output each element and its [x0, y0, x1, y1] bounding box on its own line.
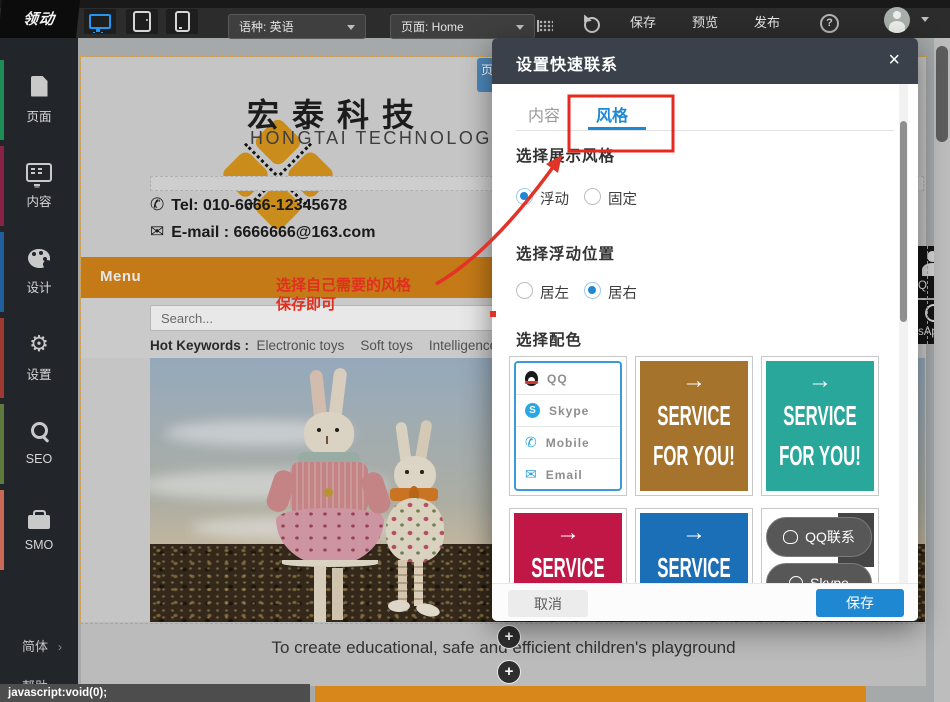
menu-label[interactable]: Menu — [100, 268, 141, 285]
sidebar-item-pages[interactable]: 页面 — [0, 58, 78, 142]
desktop-icon — [89, 14, 111, 29]
chevron-down-icon — [516, 25, 524, 30]
tablet-icon — [133, 11, 151, 32]
status-bar: javascript:void(0); — [0, 684, 310, 702]
editor-toolbar: 领动 语种: 英语 页面: Home 保存 预览 发布 ? — [0, 0, 950, 38]
page-select[interactable]: 页面: Home — [390, 14, 535, 39]
skype-icon: S — [525, 403, 540, 418]
site-tel: Tel: 010-6666-12345678 — [171, 197, 347, 214]
modal-header: 设置快速联系 × — [492, 38, 918, 84]
radio-right[interactable] — [584, 282, 601, 299]
color-scheme-heading: 选择配色 — [516, 328, 582, 350]
site-email: E-mail : 6666666@163.com — [171, 224, 375, 241]
site-tel-line: ✆ Tel: 010-6666-12345678 — [150, 195, 347, 215]
modal-title: 设置快速联系 — [516, 51, 618, 75]
sidebar-item-seo[interactable]: SEO — [0, 402, 78, 486]
add-section-button[interactable]: + — [497, 660, 521, 684]
editor-sidebar: 页面 内容 设计 ⚙ 设置 SEO SMO 简体› — [0, 38, 78, 684]
float-position-heading: 选择浮动位置 — [516, 242, 615, 264]
help-icon[interactable]: ? — [820, 14, 839, 33]
language-select[interactable]: 语种: 英语 — [228, 14, 366, 39]
arrow-right-icon: → — [640, 519, 748, 547]
phone-icon: ✆ — [525, 434, 537, 451]
sidebar-item-smo[interactable]: SMO — [0, 488, 78, 572]
chevron-right-icon: › — [58, 640, 62, 654]
close-icon[interactable]: × — [888, 48, 900, 72]
phone-icon: ✆ — [150, 195, 164, 214]
hot-keywords: Hot Keywords : Electronic toysSoft toysI… — [150, 338, 542, 353]
tab-divider — [516, 130, 894, 131]
radio-fixed[interactable] — [584, 188, 601, 205]
site-bottom-bar — [315, 686, 866, 702]
page-scrollbar-thumb[interactable] — [936, 46, 948, 142]
radio-left[interactable] — [516, 282, 533, 299]
sidebar-language-switch[interactable]: 简体› — [22, 636, 62, 655]
hot-keywords-label: Hot Keywords : — [150, 338, 249, 353]
device-mobile-button[interactable] — [166, 9, 198, 34]
preview-button[interactable]: 预览 — [692, 12, 718, 31]
sidebar-item-design[interactable]: 设计 — [0, 230, 78, 314]
radio-float[interactable] — [516, 188, 533, 205]
sidebar-partial-item[interactable]: 帮助 — [22, 676, 48, 684]
history-icon[interactable] — [584, 17, 600, 33]
app-logo[interactable]: 领动 — [0, 0, 80, 38]
add-section-button[interactable]: + — [497, 625, 521, 649]
quick-contact-modal: 设置快速联系 × 内容 风格 选择展示风格 浮动 固定 选择浮动位置 居左 居右… — [492, 38, 918, 621]
hot-keyword[interactable]: Soft toys — [360, 338, 413, 353]
modal-scrollbar[interactable] — [899, 84, 908, 583]
sidebar-item-content[interactable]: 内容 — [0, 144, 78, 228]
hot-keyword[interactable]: Electronic toys — [257, 338, 345, 353]
modal-footer: 取消 保存 — [492, 583, 918, 621]
site-email-line: ✉ E-mail : 6666666@163.com — [150, 222, 375, 242]
mobile-icon — [175, 11, 190, 32]
chevron-down-icon — [347, 25, 355, 30]
publish-button[interactable]: 发布 — [754, 12, 780, 31]
grid-view-icon[interactable] — [537, 20, 553, 32]
qq-outline-icon — [783, 530, 798, 544]
rabbit-doll-small — [376, 422, 471, 622]
device-desktop-button[interactable] — [84, 9, 116, 34]
page-select-value: 页面: Home — [401, 20, 464, 34]
app-window: 宏泰科技 HONGTAI TECHNOLOGY ✆Tel: 010-6666-1… — [0, 0, 950, 702]
tab-content[interactable]: 内容 — [528, 102, 560, 126]
color-swatch-contact-list[interactable]: QQ S Skype ✆ Mobile ✉ Email — [509, 356, 627, 496]
annotation-text: 选择自己需要的风格 保存即可 — [276, 276, 411, 314]
page-icon — [31, 76, 48, 97]
envelope-icon: ✉ — [525, 466, 537, 483]
cancel-button[interactable]: 取消 — [508, 590, 588, 617]
tab-style[interactable]: 风格 — [596, 102, 628, 126]
qq-icon — [525, 371, 538, 386]
envelope-icon: ✉ — [150, 222, 164, 241]
contact-row-email: ✉ Email — [516, 459, 620, 490]
arrow-right-icon: → — [514, 519, 622, 547]
arrow-right-icon: → — [640, 367, 748, 395]
radio-fixed-label[interactable]: 固定 — [608, 188, 637, 209]
radio-float-label[interactable]: 浮动 — [540, 188, 569, 209]
page-scrollbar[interactable] — [934, 38, 950, 702]
contact-row-mobile: ✆ Mobile — [516, 427, 620, 459]
contact-row-skype: S Skype — [516, 395, 620, 427]
account-chevron-icon[interactable] — [921, 17, 929, 22]
avatar[interactable] — [884, 7, 910, 33]
language-select-value: 语种: 英语 — [239, 20, 294, 34]
search-icon — [31, 422, 48, 439]
display-style-heading: 选择展示风格 — [516, 144, 615, 166]
company-name-en: HONGTAI TECHNOLOGY — [250, 128, 506, 149]
color-swatch-brown[interactable]: → SERVICE FOR YOU! — [635, 356, 753, 496]
save-button[interactable]: 保存 — [816, 589, 904, 617]
save-button[interactable]: 保存 — [630, 12, 656, 31]
radio-left-label[interactable]: 居左 — [540, 282, 569, 303]
radio-right-label[interactable]: 居右 — [608, 282, 637, 303]
sidebar-item-settings[interactable]: ⚙ 设置 — [0, 316, 78, 400]
modal-scrollbar-thumb[interactable] — [900, 121, 907, 322]
gear-icon: ⚙ — [29, 333, 49, 355]
contact-row-qq: QQ — [516, 363, 620, 395]
briefcase-icon — [28, 515, 50, 529]
palette-icon — [28, 249, 50, 268]
content-icon — [26, 163, 52, 182]
device-tablet-button[interactable] — [126, 9, 158, 34]
qq-contact-pill: QQ联系 — [766, 517, 872, 557]
color-swatch-teal[interactable]: → SERVICE FOR YOU! — [761, 356, 879, 496]
arrow-right-icon: → — [766, 367, 874, 395]
